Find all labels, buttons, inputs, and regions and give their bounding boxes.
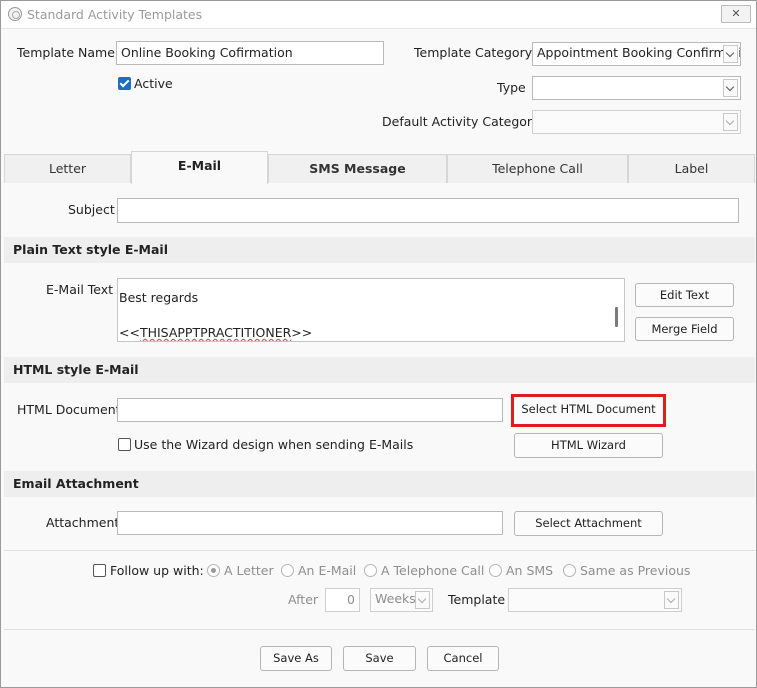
merge-open: << [119,325,140,340]
email-text-label: E-Mail Text [46,282,114,297]
wizard-design-checkbox[interactable] [118,438,131,451]
html-wizard-button[interactable]: HTML Wizard [514,433,663,458]
radio-a-letter-label: A Letter [224,563,274,578]
app-icon [8,7,22,21]
template-category-value: Appointment Booking Confirmation [537,45,741,60]
scrollbar[interactable] [615,307,618,327]
radio-same-as-previous[interactable] [563,564,576,577]
email-text-line1: Best regards [119,290,199,305]
merge-field-button[interactable]: Merge Field [635,317,734,341]
attachment-label: Attachment [46,515,120,530]
tab-bar: Letter E-Mail SMS Message Telephone Call… [4,151,755,184]
radio-an-email-label: An E-Mail [298,563,357,578]
tab-letter[interactable]: Letter [4,154,131,183]
wizard-design-label: Use the Wizard design when sending E-Mai… [134,437,414,452]
subject-input[interactable] [117,198,739,223]
default-activity-category-label: Default Activity Category [382,114,540,129]
plain-text-section-header: Plain Text style E-Mail [4,237,755,263]
attachment-input[interactable] [117,511,503,535]
template-category-select[interactable]: Appointment Booking Confirmation [532,42,741,66]
template-name-input[interactable]: Online Booking Cofirmation [116,41,384,65]
default-activity-category-select[interactable] [532,110,741,134]
title-bar: Standard Activity Templates ✕ [1,1,756,29]
radio-same-as-previous-label: Same as Previous [580,563,691,578]
close-icon[interactable]: ✕ [721,5,751,23]
merge-field-token: THISAPPTPRACTITIONER [139,325,292,340]
type-label: Type [497,80,526,95]
cancel-button[interactable]: Cancel [427,646,499,671]
chevron-down-icon [664,591,679,609]
radio-an-sms[interactable] [489,564,502,577]
window-title: Standard Activity Templates [27,7,203,22]
active-label: Active [134,76,173,91]
followup-template-select[interactable] [508,588,682,612]
attachment-section-header: Email Attachment [4,471,755,497]
follow-up-label: Follow up with: [110,563,204,578]
html-document-label: HTML Document [17,402,121,417]
tab-email[interactable]: E-Mail [131,151,268,184]
radio-an-sms-label: An SMS [506,563,554,578]
email-text-line2: <<THISAPPTPRACTITIONER>> [119,325,312,340]
section-divider [4,550,755,551]
radio-a-letter[interactable] [207,564,220,577]
select-attachment-button[interactable]: Select Attachment [514,511,663,536]
html-document-input[interactable] [117,398,503,422]
chevron-down-icon [723,113,738,131]
radio-telephone-call[interactable] [364,564,377,577]
dialog-window: Standard Activity Templates ✕ Template N… [0,0,757,688]
chevron-down-icon [723,79,738,97]
after-unit-value: Weeks [375,591,416,606]
chevron-down-icon [723,45,738,63]
footer-divider [4,629,755,630]
template-category-label: Template Category [414,45,533,60]
merge-close: >> [291,325,313,340]
tab-telephone-call[interactable]: Telephone Call [447,154,628,183]
active-checkbox[interactable] [118,77,131,90]
select-html-document-button[interactable]: Select HTML Document [511,394,666,427]
after-number-input[interactable]: 0 [325,588,360,612]
template-name-label: Template Name [17,45,115,60]
tab-sms-message[interactable]: SMS Message [268,154,447,183]
after-unit-select[interactable]: Weeks [370,588,433,612]
after-label: After [288,592,319,607]
radio-an-email[interactable] [281,564,294,577]
radio-telephone-call-label: A Telephone Call [381,563,485,578]
follow-up-checkbox[interactable] [93,564,106,577]
edit-text-button[interactable]: Edit Text [635,283,734,307]
html-section-header: HTML style E-Mail [4,357,755,383]
subject-label: Subject [68,202,115,217]
tab-label[interactable]: Label [628,154,755,183]
save-button[interactable]: Save [343,646,416,671]
email-text-area[interactable]: Best regards <<THISAPPTPRACTITIONER>> [117,278,625,342]
chevron-down-icon [415,591,430,609]
followup-template-label: Template [448,592,506,607]
type-select[interactable] [532,76,741,100]
save-as-button[interactable]: Save As [260,646,332,671]
